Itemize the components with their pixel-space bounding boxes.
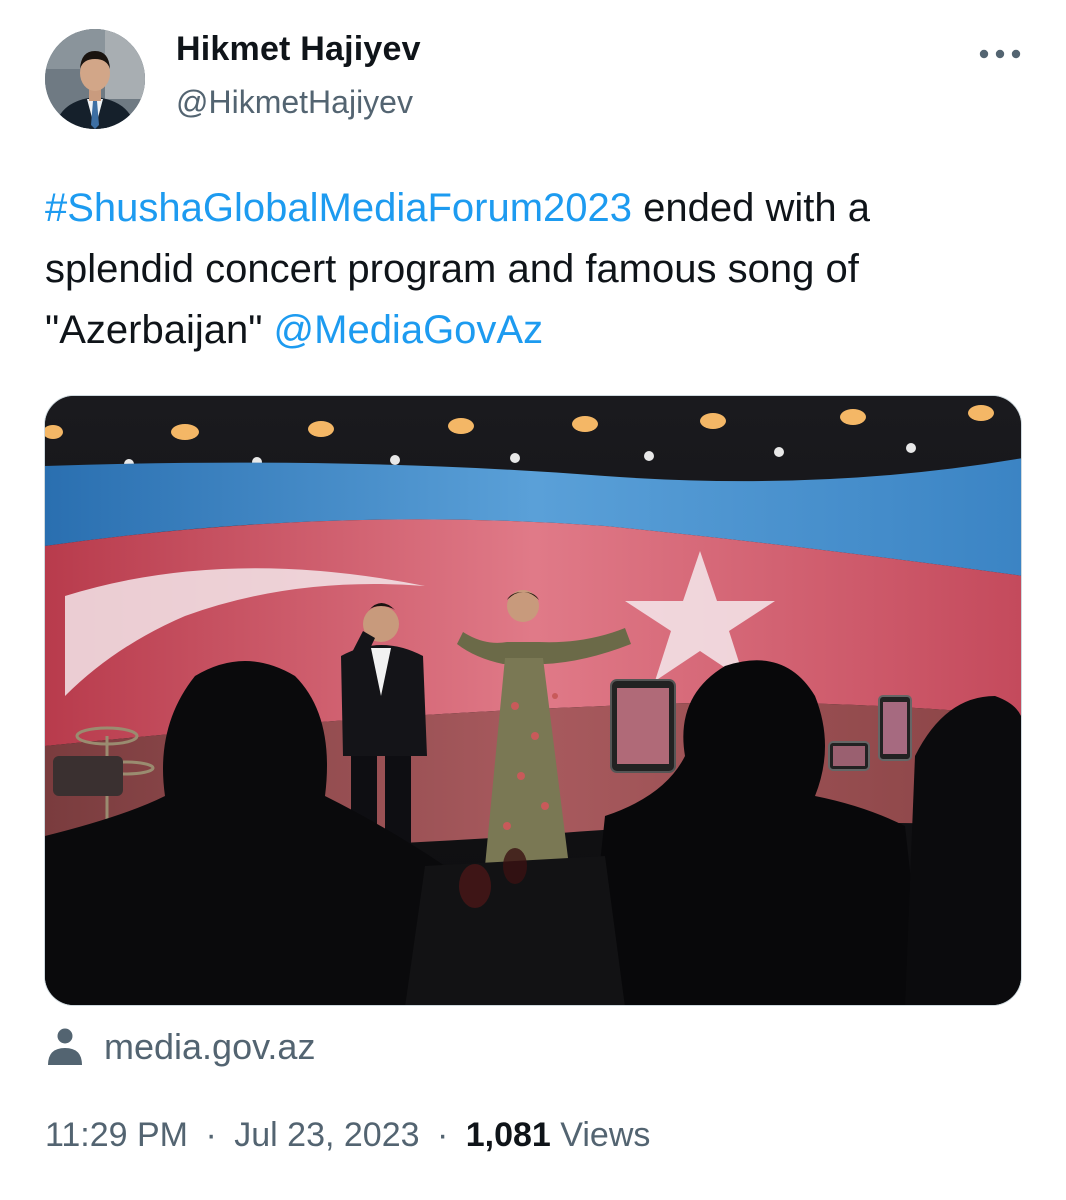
person-icon xyxy=(48,1028,82,1065)
meta-separator: · xyxy=(436,1116,449,1154)
avatar[interactable] xyxy=(45,29,145,129)
more-dots-icon xyxy=(979,49,1021,59)
views-count[interactable]: 1,081 xyxy=(466,1116,551,1154)
meta-separator: · xyxy=(205,1116,217,1154)
author-handle[interactable]: @HikmetHajiyev xyxy=(176,84,413,121)
avatar-image xyxy=(45,29,145,129)
views-label: Views xyxy=(560,1116,651,1154)
tweet: Hikmet Hajiyev @HikmetHajiyev #ShushaGlo… xyxy=(0,0,1066,1200)
hashtag-link[interactable]: #ShushaGlobalMediaForum2023 xyxy=(45,186,632,230)
tweet-image[interactable] xyxy=(44,395,1022,1006)
source-label: media.gov.az xyxy=(104,1026,316,1067)
tweet-time[interactable]: 11:29 PM xyxy=(45,1116,188,1154)
tweet-text: #ShushaGlobalMediaForum2023 ended with a… xyxy=(45,178,1025,361)
mention-link[interactable]: @MediaGovAz xyxy=(274,308,544,352)
tweet-date[interactable]: Jul 23, 2023 xyxy=(234,1116,419,1154)
source-link[interactable]: media.gov.az xyxy=(46,1022,315,1072)
author-display-name[interactable]: Hikmet Hajiyev xyxy=(176,30,421,69)
more-options-button[interactable] xyxy=(970,34,1030,74)
tweet-meta: 11:29 PM · Jul 23, 2023 · 1,081 Views xyxy=(45,1116,650,1155)
concert-photo xyxy=(45,396,1021,1005)
